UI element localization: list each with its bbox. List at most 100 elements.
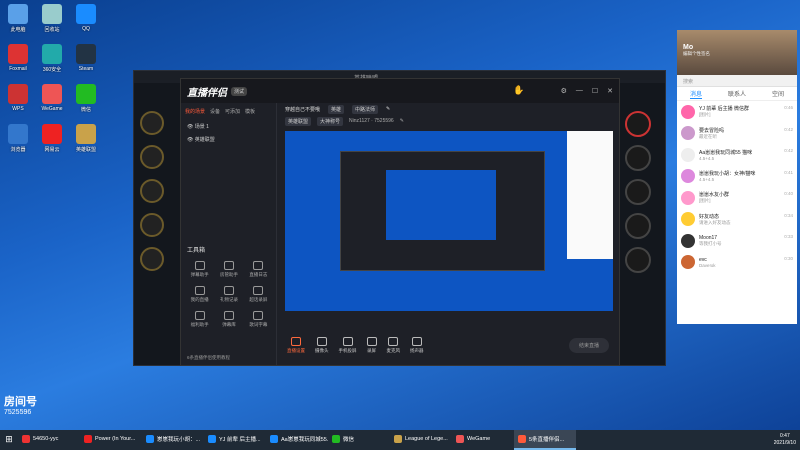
game-nav-icon[interactable]	[140, 145, 164, 169]
stream-title[interactable]: 穿越自己不要哦	[285, 106, 320, 113]
desktop-icon[interactable]: WeGame	[36, 84, 68, 112]
conversation-time: 0:42	[784, 148, 793, 153]
desktop-icon[interactable]: WPS	[2, 84, 34, 112]
conversation-item[interactable]: Aa崽崽我玩同城55 猫咪 4.5+4.5 0:42	[677, 144, 797, 166]
tool-item[interactable]: 直播日志	[244, 261, 273, 278]
desktop-icon[interactable]: 此电脑	[2, 4, 34, 33]
edit-icon[interactable]: ✎	[386, 106, 390, 112]
live-settings-button[interactable]: 直播设置	[287, 336, 305, 354]
scene-item[interactable]: 👁 场景 1	[181, 120, 276, 133]
app-titlebar: 直播伴侣 测试 ✋ ⚙ — ☐ ✕	[181, 79, 619, 103]
desktop-icon[interactable]: Steam	[70, 44, 102, 72]
tool-item[interactable]: 福利助手	[185, 311, 214, 328]
maximize-icon[interactable]: ☐	[592, 87, 598, 95]
tab-templates[interactable]: 模板	[245, 108, 255, 115]
taskbar-item[interactable]: 微信	[328, 430, 390, 450]
close-icon[interactable]: ✕	[607, 87, 613, 95]
category-tag[interactable]: 英雄	[328, 104, 345, 114]
tool-item[interactable]: 弹幕库	[214, 311, 243, 328]
subcategory-tag[interactable]: 中路法师	[352, 104, 379, 114]
conversation-item[interactable]: Moon17 等我打小号 0:33	[677, 230, 797, 252]
app-icon	[42, 4, 62, 24]
game-left-bar	[140, 111, 172, 281]
tool-item[interactable]: 超话录屏	[244, 286, 273, 303]
scene-item[interactable]: 👁 英雄联盟	[181, 133, 276, 146]
taskbar-item[interactable]: Power (In Your...	[80, 430, 142, 450]
conversation-preview: [图片]	[699, 198, 711, 204]
conversation-item[interactable]: 崽崽我玩小胡：女神/猫咪 4.5+4.5 0:41	[677, 166, 797, 188]
game-side-icon[interactable]	[625, 213, 651, 239]
edit-icon[interactable]: ✎	[400, 118, 404, 124]
desktop-icon[interactable]: 微信	[70, 84, 102, 113]
tab-addable[interactable]: 可添加	[225, 108, 240, 115]
desktop-icon[interactable]: 回收站	[36, 4, 68, 33]
game-side-icon[interactable]	[625, 111, 651, 137]
tab-messages[interactable]: 消息	[689, 89, 702, 99]
phone-cast-button[interactable]: 手机投屏	[339, 336, 357, 354]
game-side-icon[interactable]	[625, 247, 651, 273]
stream-info-row: 英雄联盟 大神称号 Ninz1127 · 7525596 ✎	[277, 115, 619, 127]
game-nav-icon[interactable]	[140, 247, 164, 271]
tool-item[interactable]: 歌词字幕	[244, 311, 273, 328]
speaker-button[interactable]: 扬声器	[410, 336, 424, 354]
hand-icon[interactable]: ✋	[513, 85, 524, 96]
conversation-item[interactable]: 要去冒险吗 最近在听 0:42	[677, 123, 797, 145]
tool-icon	[194, 311, 205, 320]
app-icon	[518, 435, 526, 443]
conversation-time: 0:33	[784, 234, 793, 239]
start-button[interactable]: ⊞	[0, 430, 18, 450]
taskbar-items: 54650-yyc Power (In Your... 崽崽我玩小胡：... YJ 前…	[18, 430, 576, 450]
tool-item[interactable]: 我的直播	[185, 286, 214, 303]
tutorial-link[interactable]: 6条直播伴侣使用教程	[187, 355, 230, 361]
screen-record-button[interactable]: 录屏	[366, 336, 377, 354]
conversation-item[interactable]: YJ 前辈 后主播 微信群 [图片] 0:46	[677, 101, 797, 123]
desktop-icon[interactable]: 英雄联盟	[70, 124, 102, 153]
stream-preview[interactable]	[285, 131, 613, 311]
clock[interactable]: 0:47 2021/9/10	[774, 433, 796, 447]
chat-search-input[interactable]: 搜索	[677, 75, 797, 87]
game-nav-icon[interactable]	[140, 111, 164, 135]
game-nav-icon[interactable]	[140, 179, 164, 203]
desktop-icon[interactable]: 网易云	[36, 124, 68, 153]
taskbar-item[interactable]: 崽崽我玩小胡：...	[142, 430, 204, 450]
end-live-button[interactable]: 结束直播	[568, 337, 609, 353]
taskbar-item[interactable]: 54650-yyc	[18, 430, 80, 450]
gear-icon[interactable]: ⚙	[561, 87, 567, 95]
user-status[interactable]: 编辑个性签名	[683, 51, 791, 57]
conversation-name: 崽崽水友小群	[699, 192, 730, 199]
minimize-icon[interactable]: —	[576, 87, 583, 95]
desktop-icon[interactable]: 浏览器	[2, 124, 34, 153]
game-side-icon[interactable]	[625, 145, 651, 171]
conversation-item[interactable]: 崽崽水友小群 [图片] 0:40	[677, 187, 797, 209]
microphone-icon	[388, 336, 399, 346]
tab-space[interactable]: 空间	[772, 89, 784, 98]
desktop-icon[interactable]: Foxmail	[2, 44, 34, 72]
app-icon	[42, 84, 62, 104]
bottom-toolbar: 直播设置 摄像头 手机投屏 录屏 麦克风 扬声器 结束直播	[277, 325, 619, 365]
record-icon	[366, 336, 377, 346]
tab-my-scenes[interactable]: 我的场景	[185, 108, 205, 115]
taskbar-item[interactable]: Aa崽崽我玩同城55...	[266, 430, 328, 450]
tab-contacts[interactable]: 联系人	[728, 89, 746, 98]
desktop-icon[interactable]: 360安全	[36, 44, 68, 73]
taskbar-item[interactable]: YJ 前辈 后主播...	[204, 430, 266, 450]
game-side-icon[interactable]	[625, 179, 651, 205]
app-icon	[8, 124, 28, 144]
taskbar-item[interactable]: League of Lege...	[390, 430, 452, 450]
avatar	[681, 169, 695, 184]
conversation-item[interactable]: evc Dave!ok 0:30	[677, 252, 797, 274]
taskbar-item[interactable]: WeGame	[452, 430, 514, 450]
conversation-item[interactable]: 好友动态 请进入好友动态 0:34	[677, 209, 797, 231]
conversation-preview: 等我打小号	[699, 240, 722, 246]
conversation-name: 崽崽我玩小胡：女神/猫咪	[699, 171, 756, 178]
game-nav-icon[interactable]	[140, 213, 164, 237]
desktop-icon[interactable]: QQ	[70, 4, 102, 32]
tool-item[interactable]: 房管助手	[214, 261, 243, 278]
camera-button[interactable]: 摄像头	[315, 336, 329, 354]
tab-devices[interactable]: 设备	[210, 108, 220, 115]
taskbar-item[interactable]: 5条直播伴侣...	[514, 430, 576, 450]
tool-item[interactable]: 礼物记录	[214, 286, 243, 303]
tool-icon	[223, 311, 234, 320]
microphone-button[interactable]: 麦克风	[387, 336, 400, 354]
tool-item[interactable]: 弹幕助手	[185, 261, 214, 278]
